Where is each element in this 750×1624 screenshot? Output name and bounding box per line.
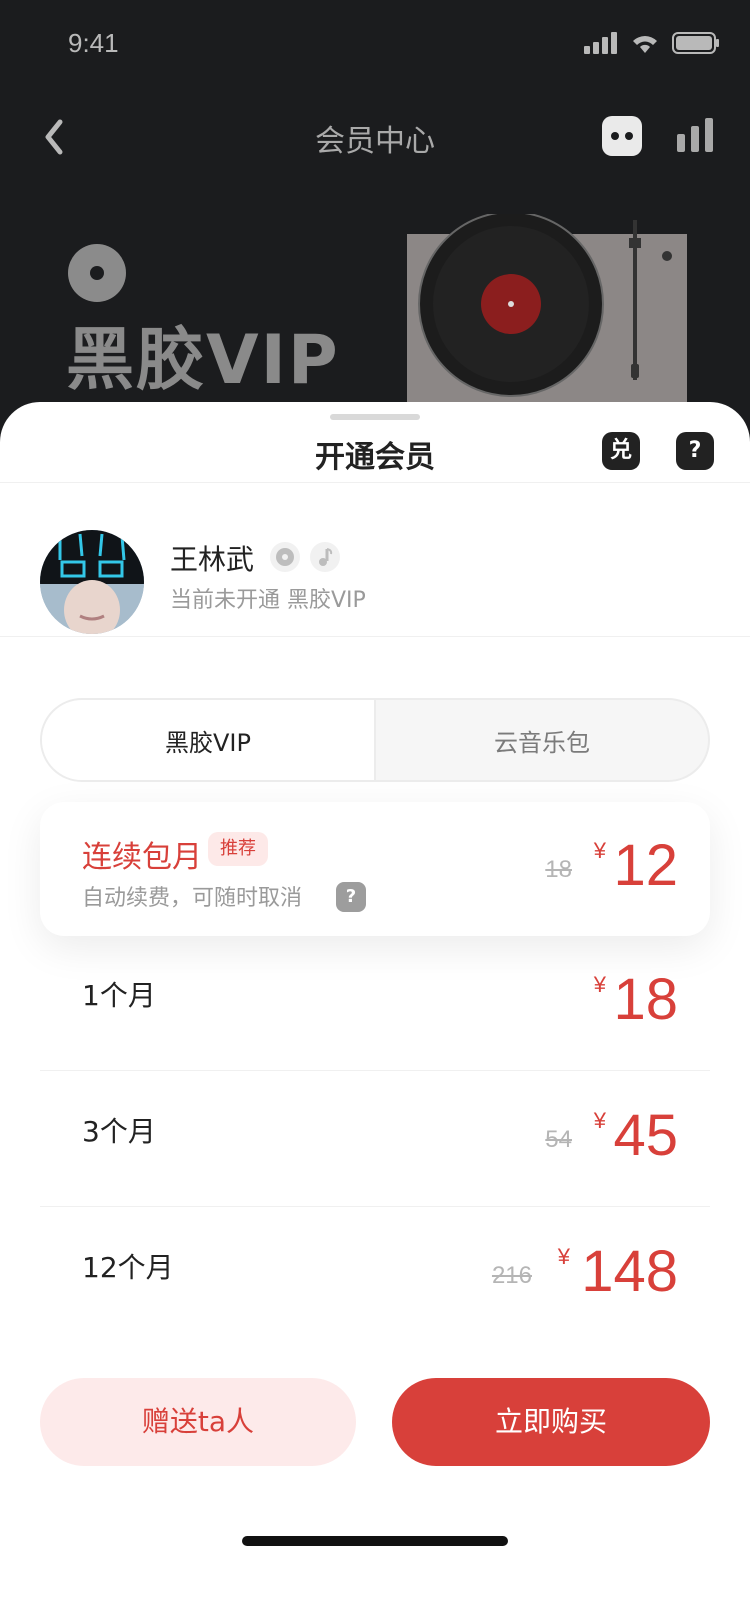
avatar[interactable] bbox=[40, 530, 144, 634]
divider bbox=[0, 482, 750, 483]
currency-symbol: ¥ bbox=[593, 1108, 606, 1133]
membership-tabs: 黑胶VIP 云音乐包 bbox=[40, 698, 710, 782]
robot-icon[interactable] bbox=[602, 116, 642, 156]
price: 45 bbox=[613, 1103, 678, 1168]
chart-icon[interactable] bbox=[677, 118, 713, 152]
battery-icon bbox=[672, 32, 719, 54]
home-indicator bbox=[242, 1536, 508, 1546]
old-price: 216 bbox=[491, 1262, 532, 1289]
row-divider bbox=[40, 1070, 710, 1071]
plan-name: 连续包月 bbox=[82, 840, 202, 875]
redeem-icon[interactable]: 兑 bbox=[602, 432, 640, 470]
plan-option-1-month[interactable]: 1个月 ¥ 18 bbox=[40, 936, 710, 1070]
plan-name: 3个月 bbox=[82, 1115, 156, 1148]
tab-vinyl-vip[interactable]: 黑胶VIP bbox=[42, 700, 376, 780]
currency-symbol: ¥ bbox=[593, 972, 606, 997]
status-time: 9:41 bbox=[68, 28, 119, 58]
plan-option-3-months[interactable]: 3个月 54 ¥ 45 bbox=[40, 1072, 710, 1206]
plan-option-monthly-auto[interactable]: 连续包月 推荐 自动续费，可随时取消 ? 18 ¥ 12 bbox=[40, 802, 710, 936]
music-note-icon bbox=[310, 542, 340, 572]
price: 18 bbox=[613, 967, 678, 1032]
user-name: 王林武 bbox=[170, 543, 255, 576]
vip-title: 黑胶VIP bbox=[66, 321, 340, 400]
question-icon[interactable]: ? bbox=[336, 882, 366, 912]
tab-cloud-music-pack[interactable]: 云音乐包 bbox=[376, 700, 708, 780]
recommend-badge: 推荐 bbox=[208, 832, 268, 866]
vinyl-badge-small-icon bbox=[270, 542, 300, 572]
price: 12 bbox=[613, 833, 678, 898]
plan-desc: 自动续费，可随时取消 bbox=[82, 886, 303, 911]
vinyl-badge-icon bbox=[68, 244, 126, 302]
old-price: 18 bbox=[545, 856, 572, 883]
wifi-icon bbox=[633, 36, 657, 53]
status-icons bbox=[584, 32, 720, 54]
old-price: 54 bbox=[545, 1126, 572, 1153]
plan-name: 1个月 bbox=[82, 979, 156, 1012]
row-divider bbox=[40, 1206, 710, 1207]
currency-symbol: ¥ bbox=[593, 838, 606, 863]
avatar-image bbox=[40, 530, 144, 634]
gift-button[interactable]: 赠送ta人 bbox=[40, 1378, 356, 1466]
divider bbox=[0, 636, 750, 637]
help-icon[interactable]: ? bbox=[676, 432, 714, 470]
turntable-illustration bbox=[407, 214, 687, 414]
plan-option-12-months[interactable]: 12个月 216 ¥ 148 bbox=[40, 1208, 710, 1342]
currency-symbol: ¥ bbox=[557, 1244, 570, 1269]
membership-sheet: 开通会员 兑 ? 王林武 当前未开通 黑胶VIP 黑胶VIP 云音乐包 连续包月… bbox=[0, 402, 750, 1624]
buy-now-button[interactable]: 立即购买 bbox=[392, 1378, 710, 1466]
sheet-handle[interactable] bbox=[330, 414, 420, 420]
price: 148 bbox=[581, 1239, 678, 1304]
signal-icon bbox=[584, 32, 617, 54]
header-area: 9:41 会员中心 黑胶VIP bbox=[0, 0, 750, 420]
user-status: 当前未开通 黑胶VIP bbox=[170, 588, 366, 613]
plan-name: 12个月 bbox=[82, 1251, 174, 1284]
